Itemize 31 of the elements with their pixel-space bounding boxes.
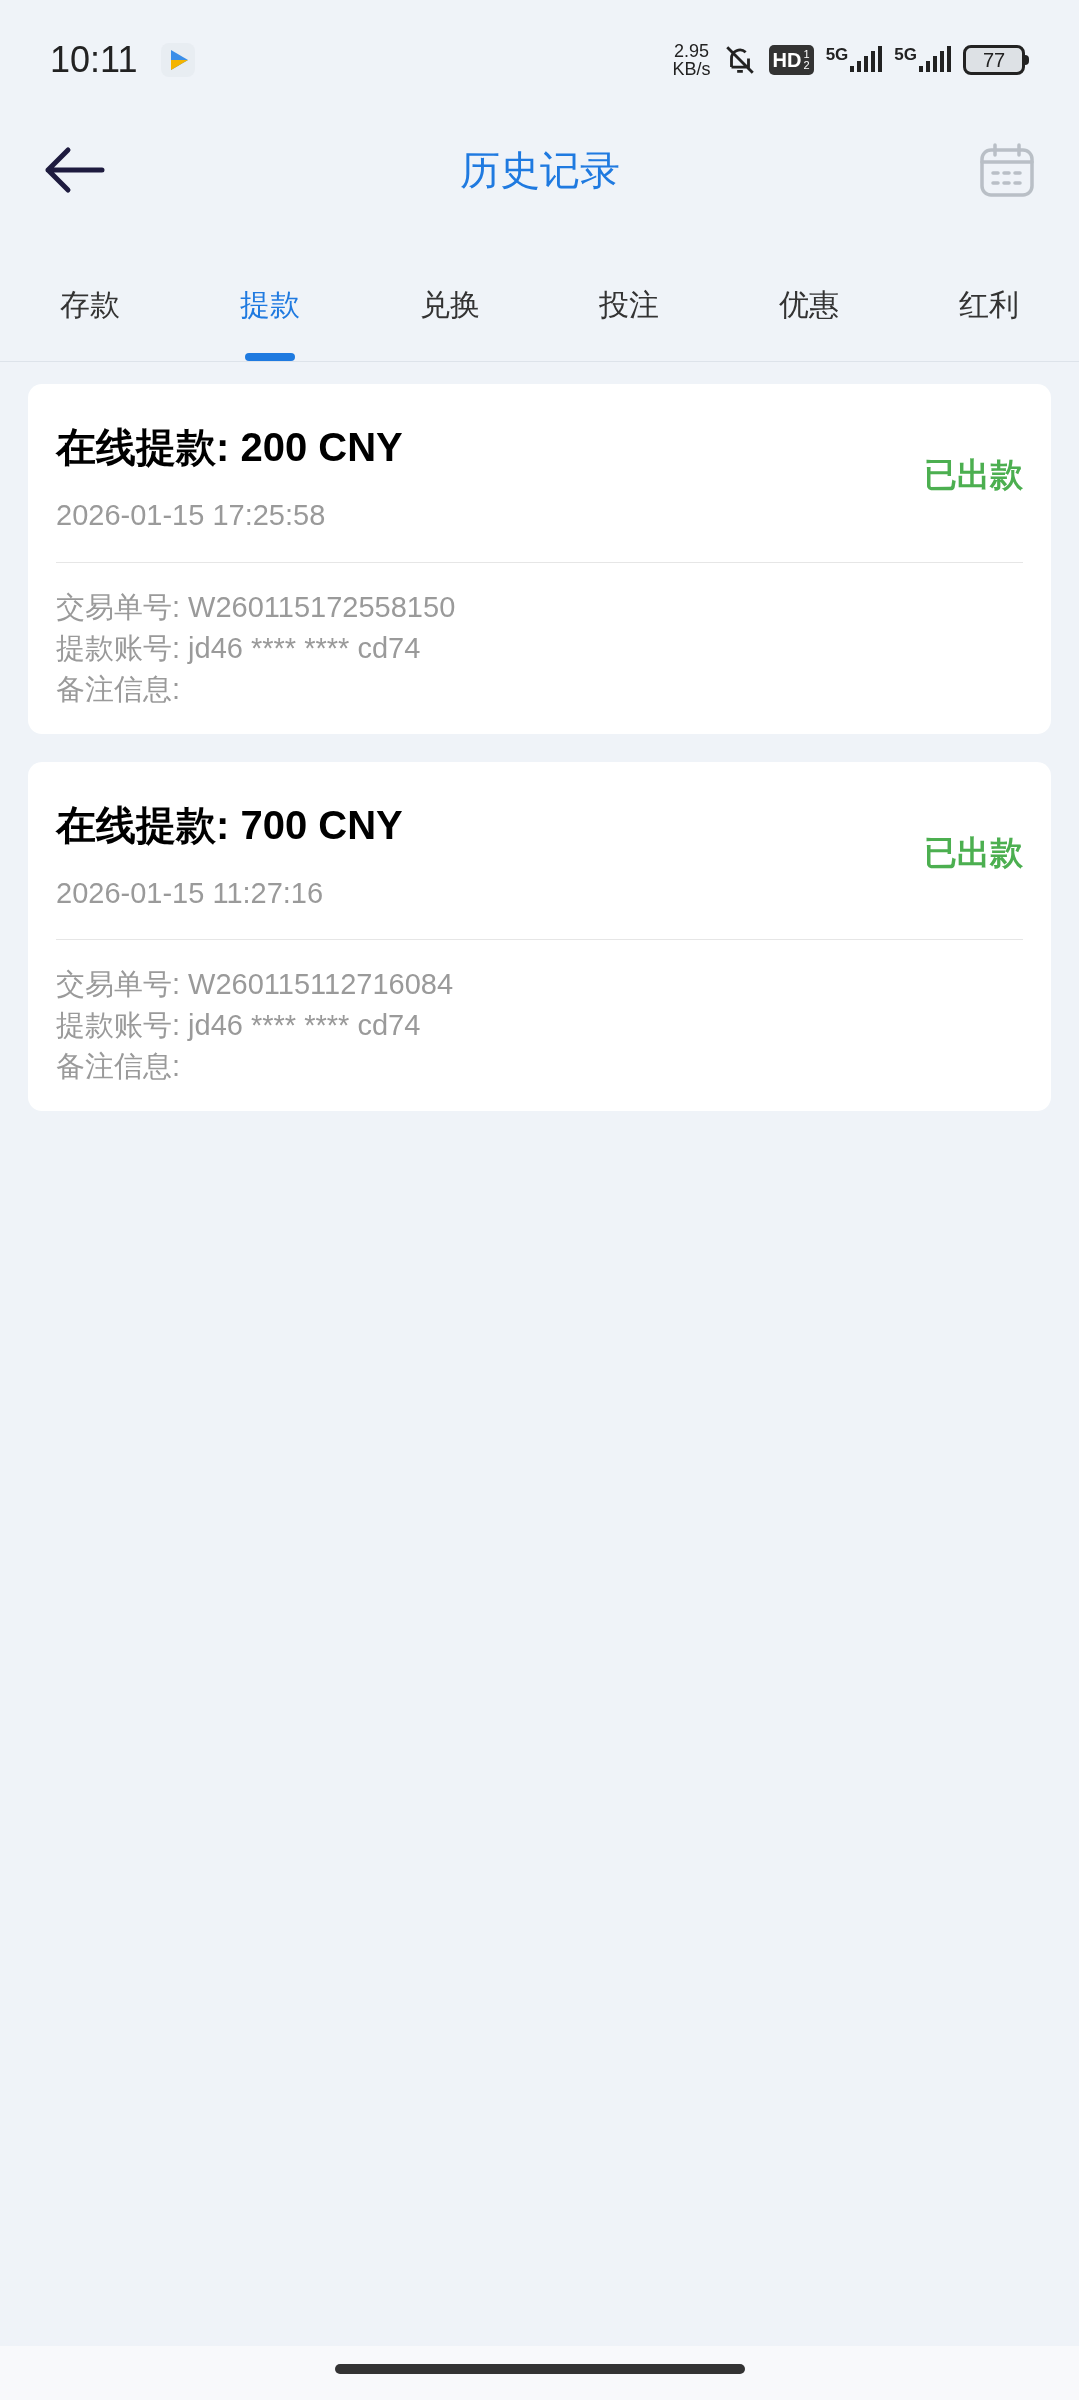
tab[interactable]: 存款 xyxy=(0,220,180,361)
tab[interactable]: 红利 xyxy=(899,220,1079,361)
network-speed-unit: KB/s xyxy=(672,60,711,78)
network-type: 5G xyxy=(894,46,917,63)
tab[interactable]: 兑换 xyxy=(359,220,540,361)
network-type: 5G xyxy=(825,46,849,63)
back-arrow-icon[interactable] xyxy=(44,146,106,194)
record-time: 2026-01-15 11:27:16 xyxy=(56,875,325,911)
record-detail: 备注信息: xyxy=(56,671,182,707)
calendar-icon[interactable] xyxy=(979,142,1035,198)
signal-icon xyxy=(848,46,883,74)
page-title: 历史记录 xyxy=(459,147,620,194)
tab[interactable]: 优惠 xyxy=(719,220,900,361)
record-detail: 提款账号: jd46 **** **** cd74 xyxy=(56,630,422,666)
home-indicator[interactable] xyxy=(334,2364,745,2374)
tab[interactable]: 提款 xyxy=(179,220,360,361)
record-title: 在线提款: 700 CNY xyxy=(56,801,403,849)
record-detail: 交易单号: W260115172558150 xyxy=(56,589,457,625)
network-speed: 2.95 xyxy=(674,42,710,60)
record-status: 已出款 xyxy=(924,455,1023,495)
record-status: 已出款 xyxy=(924,832,1023,873)
status-time: 10:11 xyxy=(50,38,138,82)
signal-icon xyxy=(917,46,951,74)
record-title: 在线提款: 200 CNY xyxy=(56,424,403,471)
play-app-icon xyxy=(161,43,196,77)
record-detail: 交易单号: W260115112716084 xyxy=(56,967,455,1002)
tab[interactable]: 投注 xyxy=(539,220,720,361)
record-detail: 备注信息: xyxy=(56,1049,182,1084)
battery-indicator: 77 xyxy=(963,45,1029,75)
record-time: 2026-01-15 17:25:58 xyxy=(56,498,327,533)
record-detail: 提款账号: jd46 **** **** cd74 xyxy=(56,1008,422,1043)
